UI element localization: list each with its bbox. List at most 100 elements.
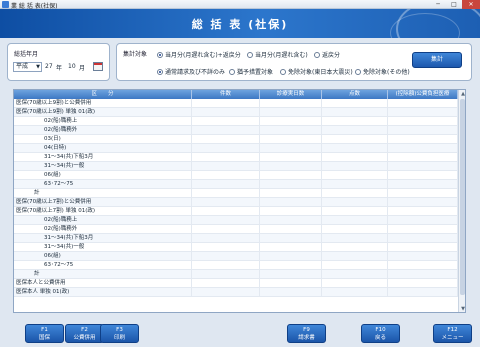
table-row[interactable]: 医保本人と公費併用 xyxy=(14,279,458,288)
cell-value xyxy=(192,99,260,108)
table-row[interactable]: 31～34(共)下船3月 xyxy=(14,234,458,243)
cell-value xyxy=(388,162,458,171)
table-row[interactable]: 31～34(共)一般 xyxy=(14,162,458,171)
table-row[interactable]: 医保(70歳以上7割)と公費併用 xyxy=(14,198,458,207)
column-header-public-burden: (控除額)公費負担医療 xyxy=(388,90,458,99)
table-row[interactable]: 06(組) xyxy=(14,171,458,180)
table-row[interactable]: 02(船)職務上 xyxy=(14,117,458,126)
f2-button[interactable]: F2 公費併用 xyxy=(65,324,104,343)
cell-value xyxy=(192,234,260,243)
cell-value xyxy=(192,180,260,189)
radio-icon xyxy=(355,69,361,75)
cell-value xyxy=(388,144,458,153)
f9-button[interactable]: F9 請求書 xyxy=(287,324,326,343)
era-select[interactable]: 平成 ▼ xyxy=(13,62,42,72)
table-row[interactable]: 03(日) xyxy=(14,135,458,144)
cell-value xyxy=(192,225,260,234)
cell-value xyxy=(260,189,322,198)
calendar-icon[interactable] xyxy=(93,62,103,71)
radio-normal-claims[interactable]: 通常請求及び不詳のみ xyxy=(157,67,225,76)
table-row[interactable]: 04(日特) xyxy=(14,144,458,153)
cell-category: 63･72～75 xyxy=(14,180,192,189)
maximize-button[interactable]: □ xyxy=(446,0,462,9)
column-header-points: 点数 xyxy=(322,90,388,99)
cell-value xyxy=(322,216,388,225)
cell-value xyxy=(192,279,260,288)
radio-grace-measure[interactable]: 猶予措置対象 xyxy=(229,67,273,76)
cell-value xyxy=(192,153,260,162)
cell-value xyxy=(388,288,458,297)
cell-value xyxy=(388,108,458,117)
radio-icon xyxy=(229,69,235,75)
table-row[interactable]: 計 xyxy=(14,270,458,279)
cell-value xyxy=(322,252,388,261)
table-row[interactable]: 02(船)職務外 xyxy=(14,126,458,135)
table-row[interactable]: 医保(70歳以上9割)と公費併用 xyxy=(14,99,458,108)
table-row[interactable]: 31～34(共)一般 xyxy=(14,243,458,252)
cell-value xyxy=(388,270,458,279)
cell-value xyxy=(260,135,322,144)
radio-returned-only[interactable]: 返戻分 xyxy=(314,50,340,59)
cell-value xyxy=(260,180,322,189)
cell-value xyxy=(260,198,322,207)
f3-button[interactable]: F3 印刷 xyxy=(100,324,139,343)
cell-value xyxy=(192,108,260,117)
header-banner: 総 括 表 (社保) xyxy=(0,9,480,38)
cell-value xyxy=(260,153,322,162)
f12-button[interactable]: F12 メニュー xyxy=(433,324,472,343)
vertical-scrollbar[interactable]: ▲ ▼ xyxy=(458,90,465,312)
cell-value xyxy=(388,153,458,162)
year-unit: 年 xyxy=(56,65,63,72)
cell-value xyxy=(260,162,322,171)
chevron-down-icon: ▼ xyxy=(36,64,40,70)
scrollbar-thumb[interactable] xyxy=(460,99,465,295)
cell-category: 02(船)職務外 xyxy=(14,225,192,234)
cell-value xyxy=(388,126,458,135)
cell-value xyxy=(322,189,388,198)
column-header-days: 診療実日数 xyxy=(260,90,322,99)
table-row[interactable]: 医保(70歳以上7割) 単独 01(政) xyxy=(14,207,458,216)
month-field[interactable]: 10 xyxy=(68,63,76,70)
cell-value xyxy=(322,99,388,108)
radio-current-only[interactable]: 当月分(月遅れ含む) xyxy=(247,50,308,59)
cell-value xyxy=(388,243,458,252)
table-row[interactable]: 63･72～75 xyxy=(14,261,458,270)
radio-current-plus-returned[interactable]: 当月分(月遅れ含む)+返戻分 xyxy=(157,50,241,59)
cell-value xyxy=(388,135,458,144)
cell-value xyxy=(388,180,458,189)
cell-value xyxy=(322,288,388,297)
table-row[interactable]: 02(船)職務外 xyxy=(14,225,458,234)
scroll-down-icon[interactable]: ▼ xyxy=(459,305,465,312)
table-row[interactable]: 06(組) xyxy=(14,252,458,261)
radio-exempt-earthquake[interactable]: 免除対象(東日本大震災) xyxy=(280,67,353,76)
radio-icon xyxy=(280,69,286,75)
table-row[interactable]: 計 xyxy=(14,189,458,198)
scroll-up-icon[interactable]: ▲ xyxy=(459,90,465,98)
f10-button[interactable]: F10 戻る xyxy=(361,324,400,343)
table-header: 区 分 件数 診療実日数 点数 (控除額)公費負担医療 xyxy=(14,90,458,99)
cell-value xyxy=(322,207,388,216)
minimize-button[interactable]: ─ xyxy=(430,0,446,9)
aggregate-button[interactable]: 集計 xyxy=(412,52,462,68)
radio-selected-icon xyxy=(157,52,163,58)
cell-value xyxy=(388,234,458,243)
table-row[interactable]: 02(船)職務上 xyxy=(14,216,458,225)
table-row[interactable]: 医保本人 単独 01(政) xyxy=(14,288,458,297)
cell-value xyxy=(192,126,260,135)
table-row[interactable]: 医保(70歳以上9割) 単独 01(政) xyxy=(14,108,458,117)
table-row[interactable]: 31～34(共)下船3月 xyxy=(14,153,458,162)
cell-category: 31～34(共)下船3月 xyxy=(14,234,192,243)
cell-category: 計 xyxy=(14,189,192,198)
cell-value xyxy=(322,243,388,252)
f1-button[interactable]: F1 国保 xyxy=(25,324,64,343)
year-field[interactable]: 27 xyxy=(45,63,53,70)
cell-value xyxy=(260,270,322,279)
cell-category: 医保本人 単独 01(政) xyxy=(14,288,192,297)
title-bar: 業 総 括 表(社保) ─ □ ✕ xyxy=(0,0,480,10)
cell-category: 医保(70歳以上7割)と公費併用 xyxy=(14,198,192,207)
cell-category: 63･72～75 xyxy=(14,261,192,270)
close-button[interactable]: ✕ xyxy=(462,0,480,9)
radio-exempt-other[interactable]: 免除対象(その他) xyxy=(355,67,410,76)
cell-value xyxy=(322,153,388,162)
table-row[interactable]: 63･72～75 xyxy=(14,180,458,189)
